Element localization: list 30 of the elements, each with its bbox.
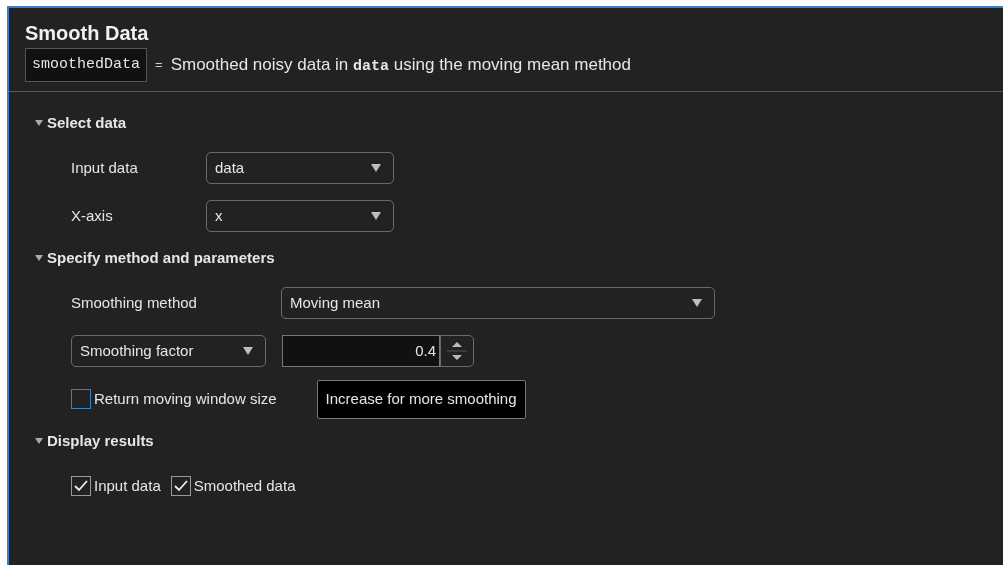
caret-icon (243, 347, 253, 355)
section-header[interactable]: Specify method and parameters (35, 247, 1003, 269)
checkbox-label: Input data (94, 475, 161, 496)
field-label: Smoothing method (71, 292, 198, 313)
caret-icon (692, 299, 702, 307)
summary-text: Smoothed noisy data in data using the moving mean method (170, 53, 631, 77)
checkbox[interactable] (71, 389, 91, 409)
caret-icon (35, 255, 43, 261)
caret-icon (35, 438, 43, 444)
checkbox-label: Return moving window size (94, 388, 277, 409)
caret-icon (371, 164, 381, 172)
caret-icon (371, 212, 381, 220)
parameter-dropdown[interactable]: Smoothing factor (71, 335, 266, 367)
output-variable-field[interactable]: smoothedData (25, 48, 148, 82)
caret-icon (35, 120, 43, 126)
dropdown[interactable]: Moving mean (281, 287, 715, 319)
checkbox-label: Smoothed data (193, 475, 296, 496)
field-label: Input data (71, 157, 139, 178)
tooltip: Increase for more smoothing (316, 379, 526, 419)
spin-arrows-icon[interactable] (440, 335, 474, 367)
section-header[interactable]: Select data (35, 112, 1003, 134)
dropdown[interactable]: data (206, 152, 394, 184)
equals-sign: = (155, 56, 163, 75)
section-header[interactable]: Display results (35, 430, 1003, 452)
field-label: X-axis (71, 205, 114, 226)
checkbox[interactable] (71, 476, 91, 496)
dropdown[interactable]: x (206, 200, 394, 232)
checkbox[interactable] (170, 476, 191, 496)
number-field[interactable]: 0.4 (282, 335, 440, 367)
task-title: Smooth Data (25, 21, 150, 46)
